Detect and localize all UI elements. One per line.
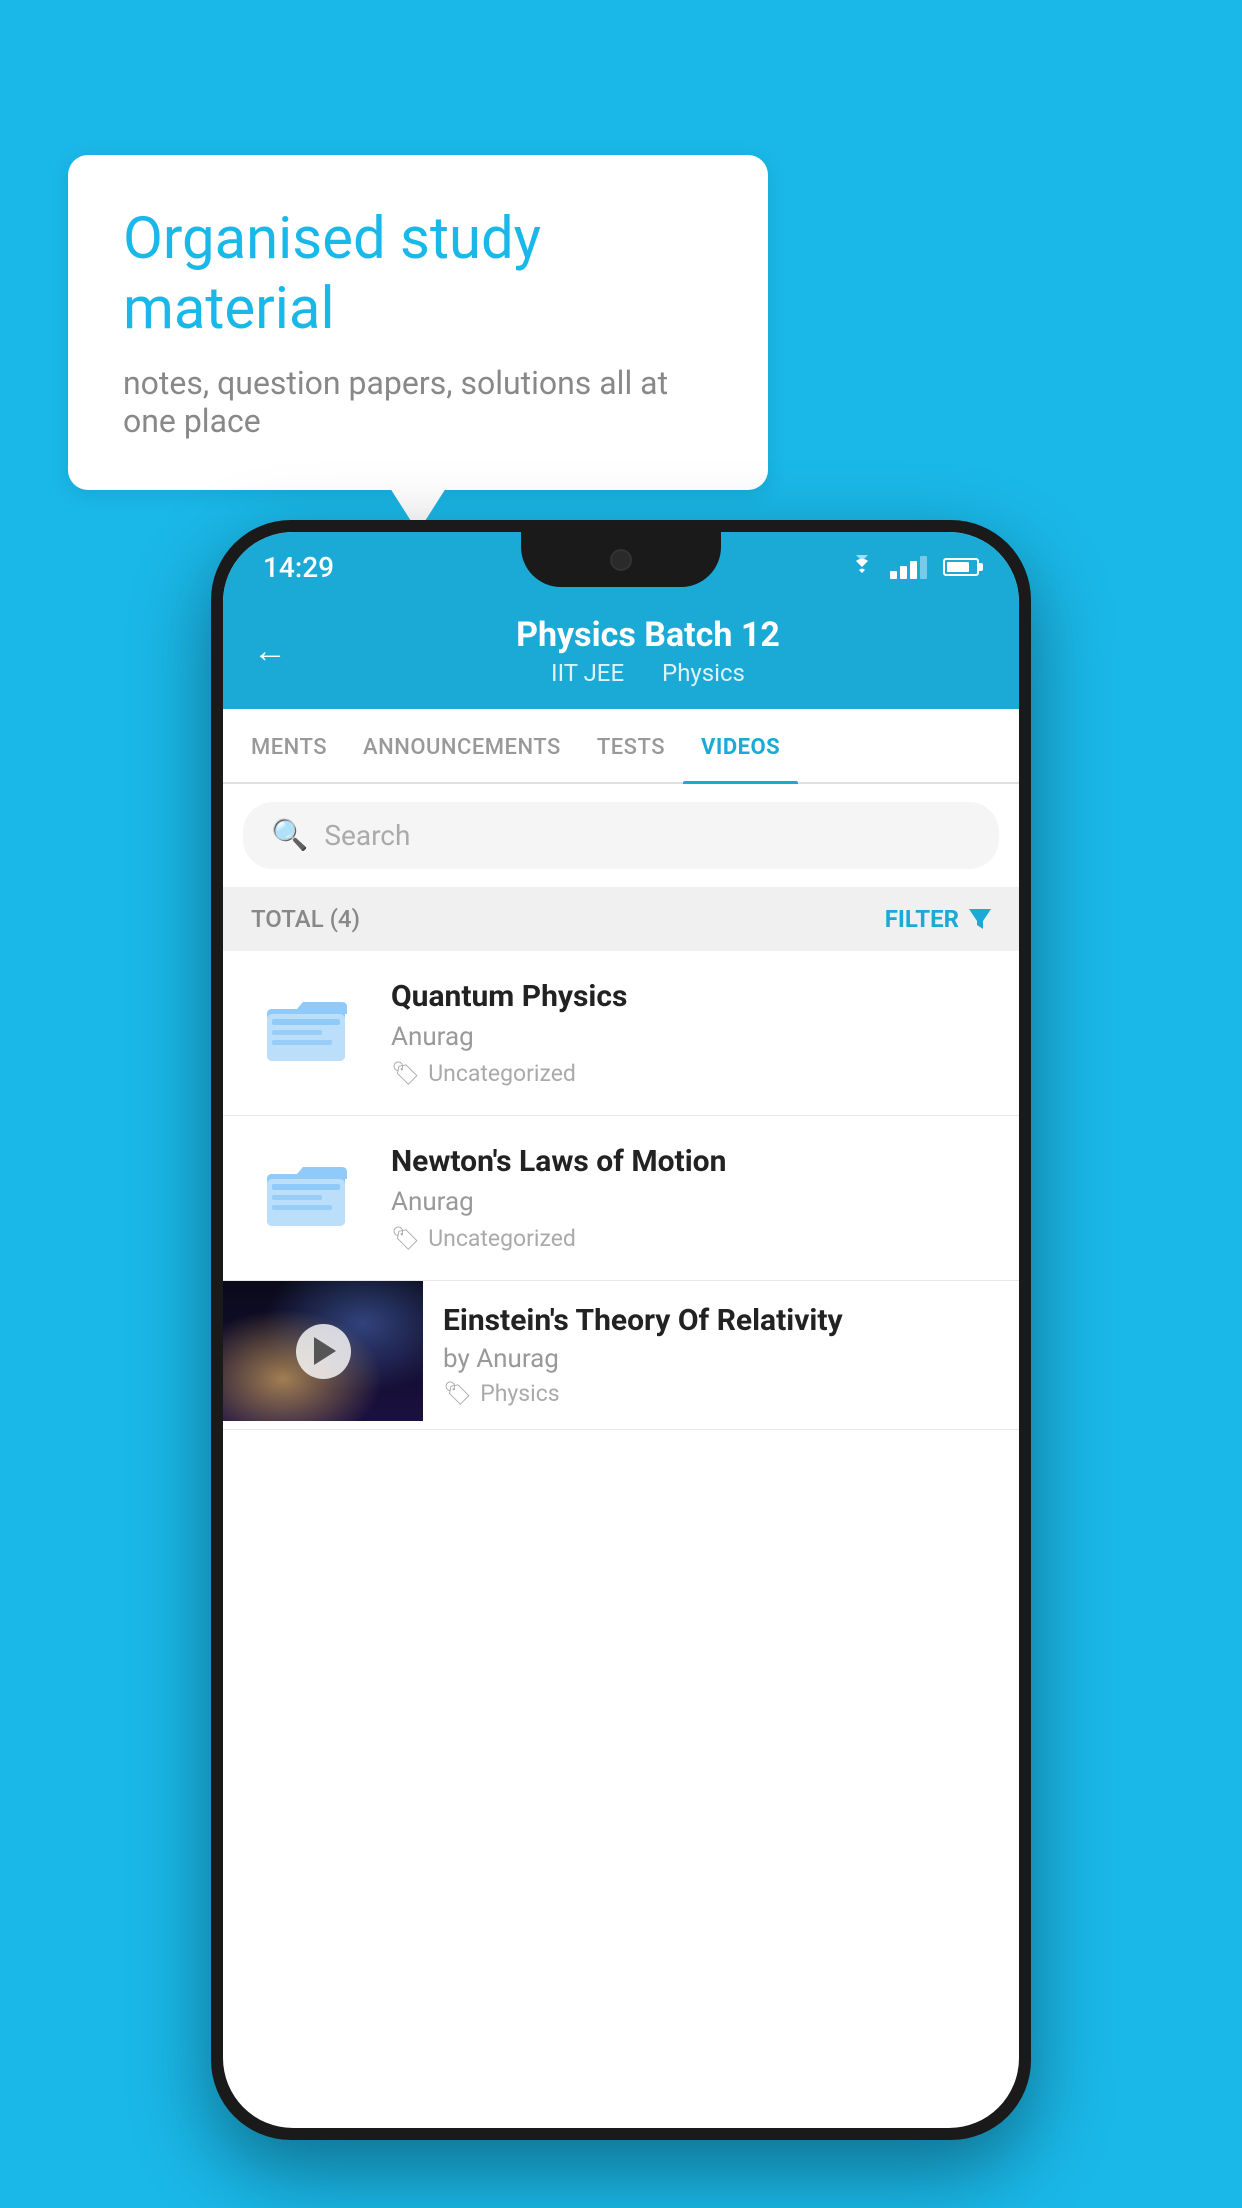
search-container: 🔍 Search	[223, 784, 1019, 887]
battery-icon	[943, 558, 979, 576]
tab-videos[interactable]: VIDEOS	[683, 709, 798, 782]
tab-ments[interactable]: MENTS	[233, 709, 345, 782]
signal-icon	[890, 556, 927, 579]
status-time: 14:29	[263, 551, 334, 584]
search-input[interactable]: Search	[324, 819, 410, 852]
app-header: ← Physics Batch 12 IIT JEE Physics	[223, 597, 1019, 709]
filter-button[interactable]: FILTER	[885, 905, 991, 933]
header-subtitle-part1: IIT JEE	[551, 659, 624, 687]
header-title-block: Physics Batch 12 IIT JEE Physics	[307, 615, 989, 687]
wifi-icon	[846, 555, 878, 579]
tag-icon: 🏷	[391, 1060, 420, 1087]
list-item[interactable]: Quantum Physics Anurag 🏷 Uncategorized	[223, 951, 1019, 1116]
search-icon: 🔍	[271, 818, 308, 853]
back-button[interactable]: ←	[253, 631, 287, 671]
list-item[interactable]: Newton's Laws of Motion Anurag 🏷 Uncateg…	[223, 1116, 1019, 1281]
phone-outer: 14:29	[211, 520, 1031, 2140]
tab-announcements[interactable]: ANNOUNCEMENTS	[345, 709, 579, 782]
list-item[interactable]: Einstein's Theory Of Relativity by Anura…	[223, 1281, 1019, 1430]
filter-label: FILTER	[885, 905, 959, 933]
video-tag-2: 🏷 Uncategorized	[391, 1225, 995, 1252]
video-author-2: Anurag	[391, 1187, 995, 1217]
search-bar[interactable]: 🔍 Search	[243, 802, 999, 869]
total-count: TOTAL (4)	[251, 905, 360, 933]
tab-tests[interactable]: TESTS	[579, 709, 683, 782]
header-subtitle: IIT JEE Physics	[307, 659, 989, 687]
play-icon	[314, 1337, 336, 1365]
video-folder-thumb-1	[247, 979, 367, 1079]
video-info-2: Newton's Laws of Motion Anurag 🏷 Uncateg…	[391, 1144, 995, 1252]
video-author-1: Anurag	[391, 1022, 995, 1052]
speech-bubble-subtitle: notes, question papers, solutions all at…	[123, 364, 713, 440]
phone-mockup: 14:29	[211, 520, 1031, 2140]
speech-bubble-title: Organised study material	[123, 205, 713, 344]
filter-icon	[969, 909, 991, 929]
play-button[interactable]	[296, 1324, 351, 1379]
filter-bar: TOTAL (4) FILTER	[223, 887, 1019, 951]
folder-icon	[267, 994, 347, 1064]
phone-notch	[521, 532, 721, 587]
status-icons	[846, 555, 979, 579]
video-folder-thumb-2	[247, 1144, 367, 1244]
video-info-1: Quantum Physics Anurag 🏷 Uncategorized	[391, 979, 995, 1087]
speech-bubble-container: Organised study material notes, question…	[68, 155, 768, 490]
video-tag-3: 🏷 Physics	[443, 1380, 999, 1407]
video-title-2: Newton's Laws of Motion	[391, 1144, 995, 1179]
video-title-1: Quantum Physics	[391, 979, 995, 1014]
phone-screen: 14:29	[223, 532, 1019, 2128]
folder-icon	[267, 1159, 347, 1229]
video-list: Quantum Physics Anurag 🏷 Uncategorized	[223, 951, 1019, 1430]
tag-icon: 🏷	[443, 1380, 472, 1407]
front-camera	[610, 549, 632, 571]
header-subtitle-part2: Physics	[662, 659, 745, 687]
video-author-3: by Anurag	[443, 1344, 999, 1374]
video-thumbnail-3	[223, 1281, 423, 1421]
video-tag-1: 🏷 Uncategorized	[391, 1060, 995, 1087]
speech-bubble: Organised study material notes, question…	[68, 155, 768, 490]
tabs-bar: MENTS ANNOUNCEMENTS TESTS VIDEOS	[223, 709, 1019, 784]
tag-icon: 🏷	[391, 1225, 420, 1252]
video-info-3: Einstein's Theory Of Relativity by Anura…	[423, 1281, 1019, 1429]
header-title: Physics Batch 12	[307, 615, 989, 655]
video-title-3: Einstein's Theory Of Relativity	[443, 1303, 999, 1338]
